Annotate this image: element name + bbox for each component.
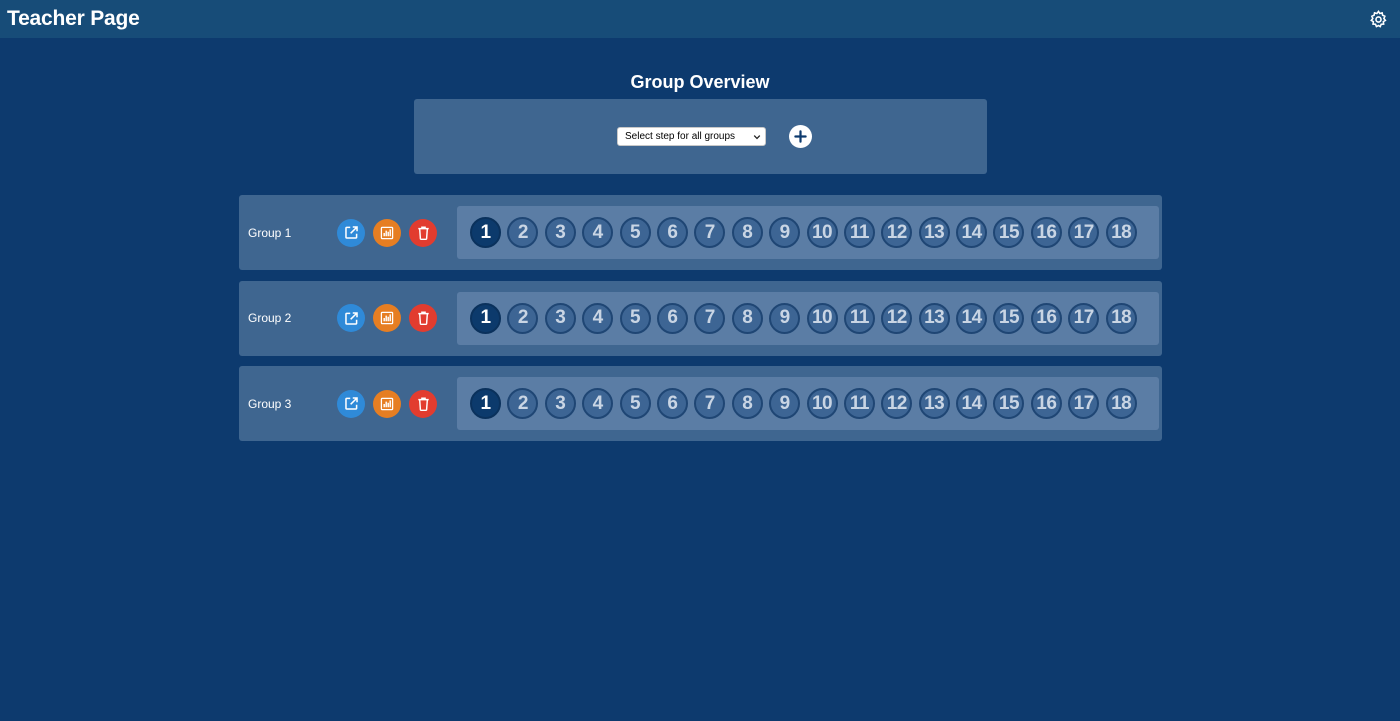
step-button[interactable]: 7 [694, 217, 726, 248]
group-stats-button[interactable] [373, 218, 401, 247]
delete-group-button[interactable] [409, 218, 437, 247]
external-link-icon [344, 311, 358, 325]
step-button[interactable]: 2 [507, 388, 539, 419]
open-group-button[interactable] [337, 218, 365, 247]
app-title: Teacher Page [7, 7, 140, 30]
external-link-icon [344, 226, 358, 239]
step-button[interactable]: 9 [769, 302, 801, 334]
step-button[interactable]: 11 [843, 388, 875, 419]
delete-group-button[interactable] [409, 304, 437, 332]
step-button[interactable]: 16 [1030, 388, 1062, 419]
step-button[interactable]: 12 [881, 388, 913, 419]
step-selector: 1 2 3 4 5 6 7 8 9 10 11 12 13 14 15 16 17 18 [457, 206, 1159, 259]
add-group-button[interactable] [789, 125, 812, 148]
bar-chart-icon [380, 226, 394, 239]
settings-button[interactable] [1367, 8, 1389, 30]
group-name: Group 1 [248, 225, 292, 240]
step-button[interactable]: 3 [544, 217, 576, 248]
step-selector: 1 2 3 4 5 6 7 8 9 10 11 12 13 14 15 16 17 18 [457, 377, 1159, 430]
step-button[interactable]: 3 [544, 302, 576, 334]
step-button[interactable]: 9 [769, 388, 801, 419]
step-button[interactable]: 7 [694, 388, 726, 419]
step-button[interactable]: 18 [1105, 217, 1137, 248]
chevron-down-icon [753, 134, 761, 139]
step-selector: 1 2 3 4 5 6 7 8 9 10 11 12 13 14 15 16 17 18 [457, 291, 1159, 345]
step-button[interactable]: 13 [918, 388, 950, 419]
step-button[interactable]: 16 [1030, 217, 1062, 248]
trash-icon [417, 226, 429, 240]
step-button[interactable]: 11 [843, 217, 875, 248]
step-button[interactable]: 6 [656, 302, 688, 334]
trash-icon [417, 311, 429, 326]
group-row: Group 2 1 2 3 4 5 6 7 8 9 10 11 12 13 14… [239, 280, 1162, 356]
trash-icon [417, 397, 429, 411]
step-select-dropdown[interactable]: Select step for all groups [617, 127, 766, 146]
step-button[interactable]: 2 [507, 217, 539, 248]
step-button[interactable]: 15 [993, 388, 1025, 419]
step-button[interactable]: 14 [956, 217, 988, 248]
external-link-icon [344, 397, 358, 410]
top-bar: Teacher Page [0, 0, 1400, 38]
step-button[interactable]: 4 [582, 217, 614, 248]
open-group-button[interactable] [337, 304, 365, 332]
group-name: Group 3 [248, 396, 292, 411]
step-button[interactable]: 4 [582, 388, 614, 419]
step-button[interactable]: 10 [806, 217, 838, 248]
step-control-panel: Select step for all groups [414, 99, 987, 174]
bar-chart-icon [380, 397, 394, 410]
page-title: Group Overview [630, 72, 770, 92]
group-row: Group 1 1 2 3 4 5 6 7 8 9 10 11 12 13 14… [239, 195, 1162, 270]
step-button[interactable]: 6 [656, 388, 688, 419]
step-button[interactable]: 10 [806, 302, 838, 334]
step-button[interactable]: 12 [881, 217, 913, 248]
step-button[interactable]: 15 [993, 302, 1025, 334]
step-button[interactable]: 5 [619, 217, 651, 248]
step-button[interactable]: 1 [470, 388, 501, 419]
step-button[interactable]: 10 [806, 388, 838, 419]
step-button[interactable]: 1 [470, 217, 501, 248]
group-stats-button[interactable] [373, 304, 401, 332]
open-group-button[interactable] [337, 389, 365, 418]
step-button[interactable]: 13 [918, 302, 950, 334]
step-button[interactable]: 18 [1105, 388, 1137, 419]
group-name: Group 2 [248, 311, 292, 325]
step-button[interactable]: 8 [731, 388, 763, 419]
group-row: Group 3 1 2 3 4 5 6 7 8 9 10 11 12 13 14… [239, 366, 1162, 441]
step-button[interactable]: 4 [582, 302, 614, 334]
step-button[interactable]: 6 [656, 217, 688, 248]
step-button[interactable]: 3 [544, 388, 576, 419]
step-button[interactable]: 1 [470, 302, 501, 334]
step-button[interactable]: 11 [843, 302, 875, 334]
group-actions [337, 218, 437, 247]
step-button[interactable]: 12 [881, 302, 913, 334]
step-button[interactable]: 5 [619, 302, 651, 334]
step-button[interactable]: 14 [956, 388, 988, 419]
step-button[interactable]: 9 [769, 217, 801, 248]
step-button[interactable]: 2 [507, 302, 539, 334]
step-button[interactable]: 17 [1068, 217, 1100, 248]
group-actions [337, 389, 437, 418]
step-button[interactable]: 8 [731, 217, 763, 248]
step-button[interactable]: 7 [694, 302, 726, 334]
gear-icon [1369, 9, 1387, 28]
delete-group-button[interactable] [409, 389, 437, 418]
group-list: Group 1 1 2 3 4 5 6 7 8 9 10 11 12 13 14… [239, 195, 1162, 452]
step-button[interactable]: 14 [956, 302, 988, 334]
step-button[interactable]: 5 [619, 388, 651, 419]
group-stats-button[interactable] [373, 389, 401, 418]
bar-chart-icon [380, 311, 394, 325]
plus-icon [794, 130, 807, 143]
step-button[interactable]: 8 [731, 302, 763, 334]
step-button[interactable]: 17 [1068, 302, 1100, 334]
step-button[interactable]: 16 [1030, 302, 1062, 334]
step-button[interactable]: 18 [1105, 302, 1137, 334]
step-button[interactable]: 15 [993, 217, 1025, 248]
step-select-value: Select step for all groups [625, 131, 736, 142]
step-button[interactable]: 17 [1068, 388, 1100, 419]
step-button[interactable]: 13 [918, 217, 950, 248]
group-actions [337, 304, 437, 332]
